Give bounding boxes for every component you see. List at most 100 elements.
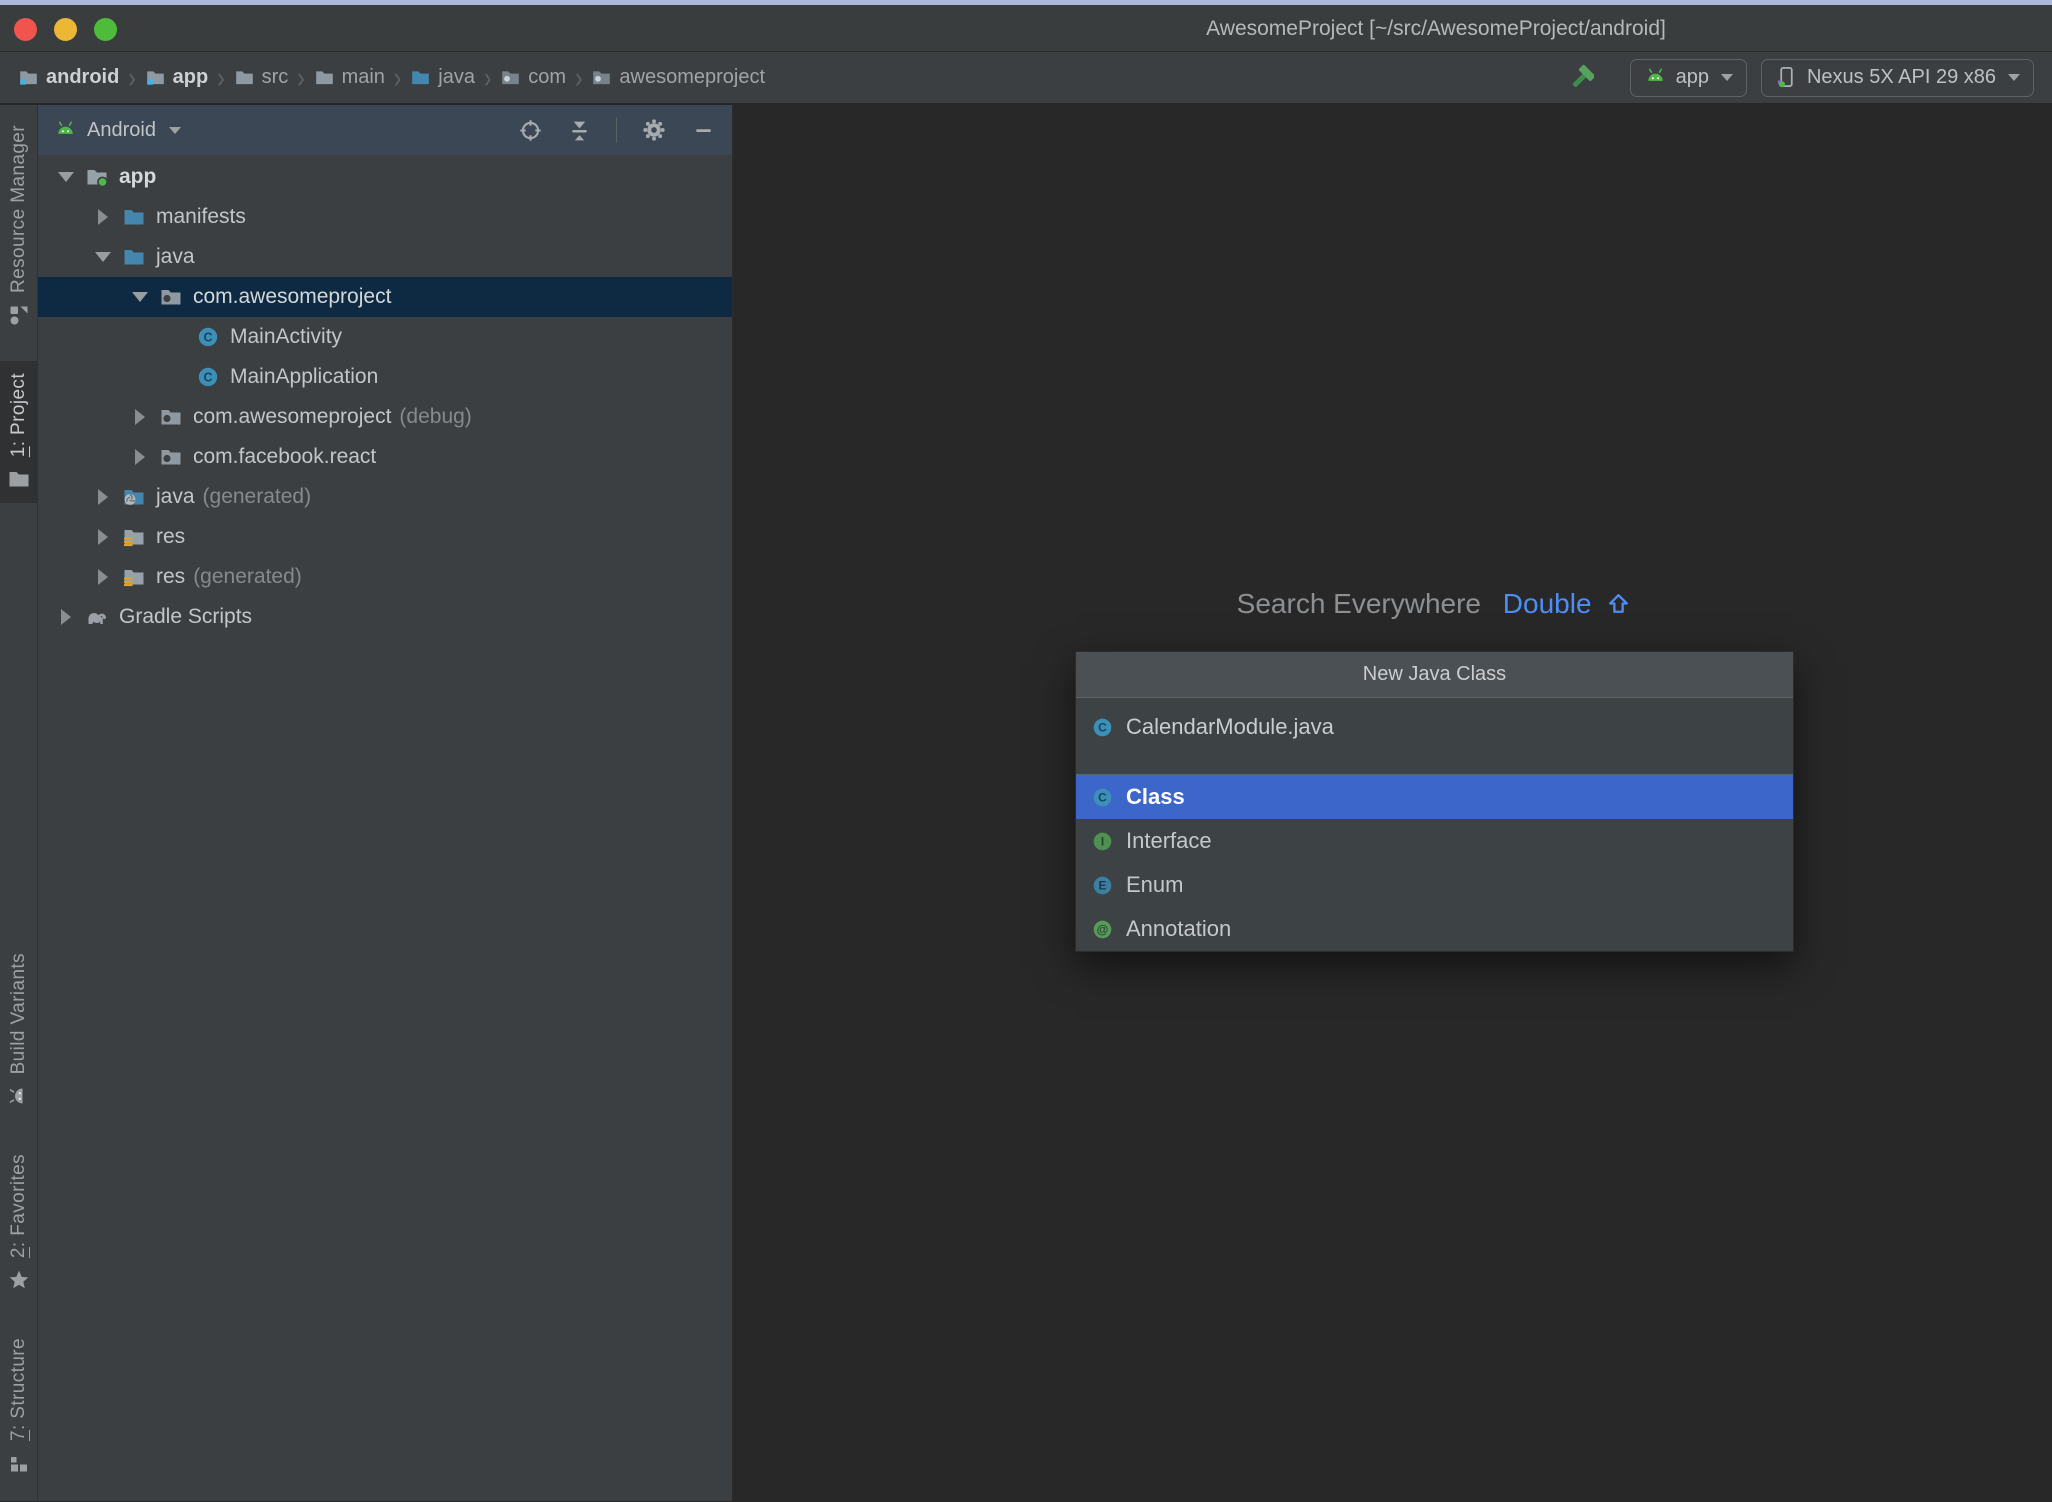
folder-icon [234, 67, 255, 88]
tree-item-com-awesomeproject[interactable]: com.awesomeproject (debug) [38, 397, 732, 437]
breadcrumb-item-main[interactable]: main [314, 66, 385, 89]
tree-item-java[interactable]: java (generated) [38, 477, 732, 517]
tree-item-mainapplication[interactable]: C MainApplication [38, 357, 732, 397]
chevron-down-icon[interactable] [168, 126, 181, 134]
zoom-window-button[interactable] [94, 18, 117, 41]
star-icon [7, 1268, 31, 1292]
tree-collapsed-arrow-icon[interactable] [48, 609, 84, 625]
tree-item-label: com.awesomeproject [193, 285, 392, 308]
tree-collapsed-arrow-icon[interactable] [122, 449, 158, 465]
tree-item-gradle-scripts[interactable]: Gradle Scripts [38, 597, 732, 637]
breadcrumb-separator: › [483, 59, 492, 94]
tree-item-res[interactable]: res (generated) [38, 557, 732, 597]
search-everywhere-hint: Search Everywhere Double [1075, 588, 1794, 620]
window-title: AwesomeProject [~/src/AwesomeProject/and… [1206, 17, 1666, 40]
tree-item-manifests[interactable]: manifests [38, 197, 732, 237]
tool-window-button-1-project[interactable]: 1: Project [0, 360, 37, 504]
breadcrumb-label: main [341, 66, 385, 88]
kind-option-interface[interactable]: I Interface [1076, 819, 1793, 863]
class-name-value: CalendarModule.java [1126, 714, 1334, 739]
bc-package-icon [591, 67, 612, 88]
tool-window-button-2-favorites[interactable]: 2: Favorites [0, 1142, 37, 1304]
breadcrumb-item-java[interactable]: java [410, 66, 475, 89]
tree-collapsed-arrow-icon[interactable] [85, 489, 121, 505]
bc-module-folder-icon [145, 67, 166, 88]
class-icon: C [1091, 716, 1114, 739]
collapse-all-icon[interactable] [567, 118, 592, 143]
breadcrumb-label: awesomeproject [619, 66, 766, 88]
generated-source-folder-icon [122, 485, 146, 509]
tree-item-com-facebook-react[interactable]: com.facebook.react [38, 437, 732, 477]
tool-window-button-label: Build Variants [7, 952, 29, 1074]
build-hammer-icon[interactable] [1566, 64, 1594, 92]
package-icon [159, 285, 183, 309]
popup-separator [1076, 756, 1793, 775]
tree-item-label: java [156, 485, 195, 508]
tool-window-button-7-structure[interactable]: 7: Structure [0, 1326, 37, 1487]
annotation-icon: @ [1091, 918, 1114, 941]
res-folder-icon [122, 525, 146, 549]
tree-expanded-arrow-icon[interactable] [48, 172, 84, 182]
source-folder-icon [122, 205, 146, 229]
close-window-button[interactable] [14, 18, 37, 41]
breadcrumb-label: com [528, 66, 567, 88]
tool-window-button-label: 7: Structure [7, 1337, 29, 1441]
breadcrumb-item-src[interactable]: src [234, 66, 289, 89]
module-folder-icon [85, 165, 109, 189]
breadcrumb-item-com[interactable]: com [500, 66, 566, 89]
tree-item-com-awesomeproject[interactable]: com.awesomeproject [38, 277, 732, 317]
gear-icon[interactable] [641, 117, 667, 143]
kind-option-label: Enum [1126, 872, 1184, 897]
project-view-selector[interactable]: Android [87, 119, 156, 142]
chevron-down-icon [1720, 74, 1733, 81]
locate-icon[interactable] [518, 118, 543, 143]
breadcrumb-item-awesomeproject[interactable]: awesomeproject [591, 66, 765, 89]
tree-item-mainactivity[interactable]: C MainActivity [38, 317, 732, 357]
tool-window-button-build-variants[interactable]: Build Variants [0, 941, 37, 1120]
project-tree: app manifests java com.awesomeproject C MainA… [38, 155, 732, 1501]
device-select[interactable]: Nexus 5X API 29 x86 [1760, 58, 2034, 97]
minimize-window-button[interactable] [54, 18, 77, 41]
run-configuration-select[interactable]: app [1629, 58, 1747, 97]
tree-item-label: com.awesomeproject [193, 405, 392, 428]
editor-area: Search Everywhere Double New Java Class … [734, 105, 2052, 1501]
breadcrumb-item-app[interactable]: app [145, 66, 209, 89]
breadcrumb-separator: › [297, 59, 305, 94]
tree-item-app[interactable]: app [38, 157, 732, 197]
tool-window-button-resource-manager[interactable]: Resource Manager [0, 113, 37, 339]
enum-icon: E [1091, 874, 1114, 897]
shift-arrow-icon [1609, 594, 1629, 613]
breadcrumb-label: app [172, 66, 209, 88]
breadcrumb-item-android[interactable]: android [18, 66, 119, 89]
svg-text:I: I [1101, 834, 1104, 848]
class-name-input[interactable]: C CalendarModule.java [1076, 698, 1793, 756]
hint-text: Search Everywhere [1236, 588, 1482, 619]
hint-shortcut: Double [1502, 588, 1592, 619]
breadcrumb-label: src [261, 66, 289, 88]
tree-collapsed-arrow-icon[interactable] [85, 209, 121, 225]
hide-icon[interactable] [691, 118, 716, 143]
project-tool-window: Android app manifests java com.awesomeproje… [38, 105, 734, 1501]
kind-option-annotation[interactable]: @ Annotation [1076, 907, 1793, 951]
android-studio-window: AwesomeProject [~/src/AwesomeProject/and… [0, 0, 2052, 1502]
resource-manager-icon [7, 303, 31, 327]
tree-item-java[interactable]: java [38, 237, 732, 277]
tree-expanded-arrow-icon[interactable] [85, 252, 121, 262]
android-icon [54, 119, 77, 142]
breadcrumb-separator: › [575, 59, 583, 94]
tree-collapsed-arrow-icon[interactable] [85, 529, 121, 545]
kind-option-class[interactable]: C Class [1076, 775, 1793, 819]
tree-collapsed-arrow-icon[interactable] [122, 409, 158, 425]
svg-text:C: C [203, 370, 212, 384]
tree-expanded-arrow-icon[interactable] [122, 292, 158, 302]
tree-collapsed-arrow-icon[interactable] [85, 569, 121, 585]
source-folder-icon [410, 67, 431, 88]
tree-item-label: Gradle Scripts [119, 605, 253, 628]
tree-item-res[interactable]: res [38, 517, 732, 557]
breadcrumb-label: android [46, 66, 120, 88]
android-icon [54, 119, 77, 142]
class-icon: C [1091, 716, 1114, 739]
tree-item-label: res [156, 565, 186, 588]
kind-option-enum[interactable]: E Enum [1076, 863, 1793, 907]
project-folder-icon [7, 467, 31, 491]
